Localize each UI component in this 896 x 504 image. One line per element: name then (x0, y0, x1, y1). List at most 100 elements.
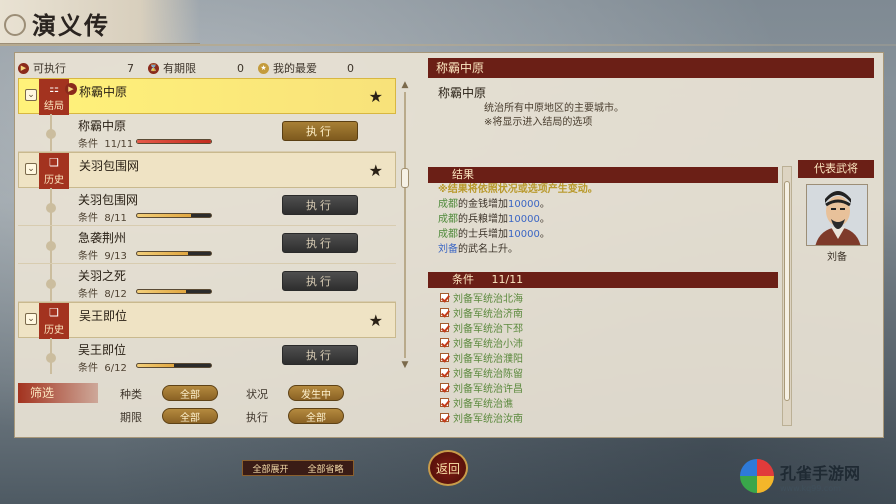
result-tail: 。 (539, 199, 550, 210)
officer-name: 刘备 (827, 252, 847, 263)
item-name: 关羽之死 (78, 269, 127, 283)
watermark-text-block: 孔雀手游网 www.kq99.com (780, 460, 860, 493)
checkbox-checked-icon (440, 383, 449, 392)
item-name: 急袭荆州 (78, 231, 127, 245)
count-deadline[interactable]: ⌛ 有期限 0 (148, 60, 258, 76)
checkbox-checked-icon (440, 308, 449, 317)
progress-bar (136, 289, 212, 294)
scroll-rail (404, 92, 406, 358)
badge-label: 历史 (44, 325, 64, 336)
item-condition: 条件 6/12 (78, 359, 127, 374)
group-badge: ❑ 历史 (39, 303, 69, 339)
filter-period-label: 期限 (120, 411, 142, 424)
favorite-star-icon[interactable]: ★ (369, 311, 383, 330)
conditions-list: 刘备军统治北海 刘备军统治济南 刘备军统治下邳 刘备军统治小沛 刘备军统治濮阳 … (440, 290, 600, 425)
officer-portrait[interactable] (806, 184, 868, 246)
condition-text: 刘备军统治济南 (453, 309, 523, 320)
group-header-history[interactable]: ⌄ ❑ 历史 关羽包围网 ★ (18, 152, 396, 189)
result-text: 的金钱增加 (458, 199, 508, 210)
execute-button[interactable]: 执行 (282, 233, 358, 253)
scroll-thumb[interactable] (401, 168, 409, 188)
list-item[interactable]: 急袭荆州 条件 9/13 执行 (18, 226, 396, 264)
group-header-history[interactable]: ⌄ ❑ 历史 吴王即位 ★ (18, 302, 396, 339)
execute-button[interactable]: 执行 (282, 121, 358, 141)
result-city: 成都 (438, 214, 458, 225)
return-button[interactable]: 返回 (428, 450, 468, 486)
result-line: 成都的金钱增加10000。 (438, 197, 778, 212)
execute-button[interactable]: 执行 (282, 195, 358, 215)
list-item[interactable]: 关羽包围网 条件 8/11 执行 (18, 188, 396, 226)
detail-desc-line: 统治所有中原地区的主要城市。 (484, 103, 624, 114)
group-header-ending[interactable]: ⌄ ⚏ 结局 ▶ 称霸中原 ★ (18, 78, 396, 115)
result-city: 成都 (438, 199, 458, 210)
filter-period-button[interactable]: 全部 (162, 408, 218, 424)
result-line: 成都的士兵增加10000。 (438, 227, 778, 242)
condition-item: 刘备军统治下邳 (440, 320, 600, 335)
condition-text: 刘备军统治小沛 (453, 339, 523, 350)
progress-bar (136, 363, 212, 368)
event-list: ⌄ ⚏ 结局 ▶ 称霸中原 ★ 称霸中原 条件 11/11 执行 ⌄ ❑ 历史 … (18, 78, 396, 374)
checkbox-checked-icon (440, 323, 449, 332)
checkbox-checked-icon (440, 413, 449, 422)
result-officer: 刘备 (438, 244, 458, 255)
condition-text: 刘备军统治谯 (453, 399, 513, 410)
count-label: 有期限 (163, 62, 196, 75)
tree-node (46, 129, 56, 139)
condition-text: 刘备军统治北海 (453, 294, 523, 305)
watermark-logo-icon (740, 459, 774, 493)
watermark-url: www.kq99.com (780, 483, 841, 493)
filter-status-button[interactable]: 发生中 (288, 385, 344, 401)
count-value: 0 (347, 61, 354, 75)
scroll-up-icon[interactable]: ▲ (400, 80, 410, 90)
detail-scrollbar[interactable] (782, 166, 792, 426)
filter-type-button[interactable]: 全部 (162, 385, 218, 401)
collapse-all-button[interactable]: 全部省略 (298, 461, 353, 475)
cond-label: 条件 (78, 139, 98, 150)
book-icon: ❑ (49, 156, 59, 169)
cond-value: 9/13 (104, 251, 127, 262)
tree-node (46, 353, 56, 363)
filter-label: 筛选 (18, 383, 98, 403)
collapse-chevron-icon[interactable]: ⌄ (25, 313, 37, 325)
list-item[interactable]: 吴王即位 条件 6/12 执行 (18, 338, 396, 374)
scroll-thumb[interactable] (784, 181, 790, 401)
progress-bar (136, 251, 212, 256)
count-executable[interactable]: ▶ 可执行 7 (18, 60, 148, 76)
title-bar: 演义传 (0, 0, 200, 44)
result-tail: 。 (539, 229, 550, 240)
count-value: 0 (237, 61, 244, 75)
result-value: 10000 (508, 199, 540, 210)
condition-text: 刘备军统治下邳 (453, 324, 523, 335)
star-icon: ★ (258, 62, 269, 74)
collapse-chevron-icon[interactable]: ⌄ (25, 163, 37, 175)
play-icon: ▶ (65, 83, 77, 95)
progress-bar (136, 139, 212, 144)
count-favorite[interactable]: ★ 我的最爱 0 (258, 60, 368, 76)
condition-text: 刘备军统治许昌 (453, 384, 523, 395)
filter-exec-button[interactable]: 全部 (288, 408, 344, 424)
count-label: 我的最爱 (273, 62, 317, 75)
list-item[interactable]: 关羽之死 条件 8/12 执行 (18, 264, 396, 302)
collapse-chevron-icon[interactable]: ⌄ (25, 89, 37, 101)
result-tail: 。 (539, 214, 550, 225)
progress-fill (137, 290, 187, 293)
group-title: 吴王即位 (79, 309, 128, 323)
list-scrollbar[interactable]: ▲ ▼ (400, 80, 410, 370)
item-condition: 条件 8/11 (78, 209, 127, 224)
cond-label: 条件 (78, 251, 98, 262)
execute-button[interactable]: 执行 (282, 271, 358, 291)
cond-value: 11/11 (104, 139, 134, 150)
title-divider (0, 44, 896, 46)
group-badge: ❑ 历史 (39, 153, 69, 189)
progress-fill (137, 252, 189, 255)
favorite-star-icon[interactable]: ★ (369, 161, 383, 180)
list-item[interactable]: 称霸中原 条件 11/11 执行 (18, 114, 396, 152)
page-title: 演义传 (32, 11, 110, 40)
scroll-down-icon[interactable]: ▼ (400, 360, 410, 370)
checkbox-checked-icon (440, 293, 449, 302)
checkbox-checked-icon (440, 353, 449, 362)
result-value: 10000 (508, 229, 540, 240)
expand-all-button[interactable]: 全部展开 (243, 461, 298, 475)
favorite-star-icon[interactable]: ★ (369, 87, 383, 106)
execute-button[interactable]: 执行 (282, 345, 358, 365)
